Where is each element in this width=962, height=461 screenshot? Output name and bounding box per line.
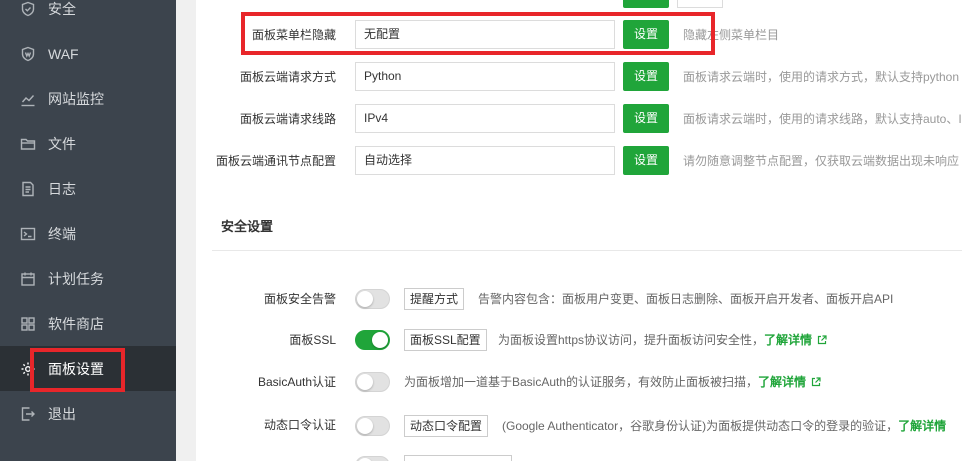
sidebar-item-logout[interactable]: 退出 — [0, 391, 176, 436]
setting-hint: 面板请求云端时，使用的请求线路，默认支持auto、I — [683, 112, 962, 126]
node-config-input[interactable]: 自动选择 — [355, 146, 615, 175]
sidebar-item-label: 网站监控 — [48, 90, 104, 107]
setting-label: 面板云端请求线路 — [239, 112, 336, 126]
security-label: 面板SSL — [289, 333, 336, 347]
sidebar: 安全 WAF 网站监控 文件 日志 终端 计划任务 软件商店 面板设置 退出 — [0, 0, 176, 461]
panel-ssl-toggle[interactable] — [355, 330, 390, 350]
sidebar-item-cron[interactable]: 计划任务 — [0, 256, 176, 301]
sidebar-item-label: 日志 — [48, 180, 76, 197]
sidebar-item-label: 软件商店 — [48, 315, 104, 332]
setting-label: 面板菜单栏隐藏 — [251, 28, 336, 42]
gear-icon — [20, 361, 36, 377]
security-desc-line: (Google Authenticator，谷歌身份认证)为面板提供动态口令的登… — [502, 415, 946, 437]
logout-icon — [20, 406, 36, 422]
waf-shield-icon — [20, 46, 36, 62]
setting-hint: 请勿随意调整节点配置，仅获取云端数据出现未响应 — [683, 154, 960, 168]
sidebar-item-label: 计划任务 — [48, 270, 104, 287]
sidebar-item-label: 安全 — [48, 0, 76, 17]
security-desc: 为面板设置https协议访问，提升面板访问安全性， — [498, 333, 765, 347]
sidebar-item-site-monitor[interactable]: 网站监控 — [0, 76, 176, 121]
sidebar-item-security[interactable]: 安全 — [0, 0, 176, 31]
partial-toggle-bottom[interactable] — [355, 456, 390, 461]
security-desc-line: 为面板增加一道基于BasicAuth的认证服务，有效防止面板被扫描，了解详情 — [404, 371, 821, 393]
security-section-title: 安全设置 — [221, 219, 274, 234]
node-config-set-button[interactable]: 设置 — [623, 146, 669, 175]
calendar-icon — [20, 271, 36, 287]
section-divider — [212, 250, 962, 251]
request-method-set-button[interactable]: 设置 — [623, 62, 669, 91]
chart-line-icon — [20, 91, 36, 107]
settings-panel: 面板菜单栏隐藏 无配置 设置 隐藏左侧菜单栏目 面板云端请求方式 Python … — [196, 0, 962, 461]
security-desc: 为面板增加一道基于BasicAuth的认证服务，有效防止面板被扫描， — [404, 375, 759, 389]
panel-ssl-config-button[interactable]: 面板SSL配置 — [404, 329, 487, 351]
setting-hint: 面板请求云端时，使用的请求方式，默认支持python — [683, 70, 960, 84]
grid-apps-icon — [20, 316, 36, 332]
request-method-input[interactable]: Python — [355, 62, 615, 91]
partial-button-bottom[interactable] — [404, 455, 512, 461]
request-line-input[interactable]: IPv4 — [355, 104, 615, 133]
toggle-knob — [357, 418, 373, 434]
sidebar-item-label: 终端 — [48, 225, 76, 242]
totp-toggle[interactable] — [355, 416, 390, 436]
sidebar-item-logs[interactable]: 日志 — [0, 166, 176, 211]
external-link-icon[interactable] — [817, 335, 827, 345]
external-link-icon[interactable] — [811, 377, 821, 387]
learn-more-link[interactable]: 了解详情 — [898, 419, 946, 433]
shield-icon — [20, 1, 36, 17]
log-document-icon — [20, 181, 36, 197]
basic-auth-toggle[interactable] — [355, 372, 390, 392]
request-line-set-button[interactable]: 设置 — [623, 104, 669, 133]
sidebar-item-label: 面板设置 — [48, 360, 104, 377]
totp-config-button[interactable]: 动态口令配置 — [404, 415, 489, 437]
setting-label: 面板云端通讯节点配置 — [215, 154, 336, 168]
security-label: BasicAuth认证 — [257, 375, 336, 389]
sidebar-item-terminal[interactable]: 终端 — [0, 211, 176, 256]
setting-label: 面板云端请求方式 — [239, 70, 336, 84]
toggle-knob — [372, 332, 388, 348]
partial-button-top-ghost[interactable] — [677, 0, 723, 8]
sidebar-item-waf[interactable]: WAF — [0, 31, 176, 76]
sidebar-item-label: 文件 — [48, 135, 76, 152]
menu-hide-input[interactable]: 无配置 — [355, 20, 615, 49]
partial-button-top[interactable] — [623, 0, 669, 8]
setting-hint: 隐藏左侧菜单栏目 — [683, 28, 780, 42]
security-label: 面板安全告警 — [263, 292, 336, 306]
sidebar-item-panel-settings[interactable]: 面板设置 — [0, 346, 176, 391]
alert-method-button[interactable]: 提醒方式 — [404, 288, 465, 310]
sidebar-item-app-store[interactable]: 软件商店 — [0, 301, 176, 346]
folder-icon — [20, 136, 36, 152]
sidebar-item-label: 退出 — [48, 405, 76, 422]
toggle-knob — [357, 374, 373, 390]
menu-hide-set-button[interactable]: 设置 — [623, 20, 669, 49]
learn-more-link[interactable]: 了解详情 — [764, 333, 812, 347]
security-desc: 告警内容包含：面板用户变更、面板日志删除、面板开启开发者、面板开启API — [478, 292, 894, 306]
security-desc: (Google Authenticator，谷歌身份认证)为面板提供动态口令的登… — [502, 419, 899, 433]
sidebar-item-label: WAF — [48, 45, 79, 62]
security-label: 动态口令认证 — [263, 418, 336, 432]
security-desc-line: 为面板设置https协议访问，提升面板访问安全性，了解详情 — [498, 329, 827, 351]
learn-more-link[interactable]: 了解详情 — [758, 375, 806, 389]
terminal-icon — [20, 226, 36, 242]
security-alert-toggle[interactable] — [355, 289, 390, 309]
sidebar-item-files[interactable]: 文件 — [0, 121, 176, 166]
toggle-knob — [357, 291, 373, 307]
